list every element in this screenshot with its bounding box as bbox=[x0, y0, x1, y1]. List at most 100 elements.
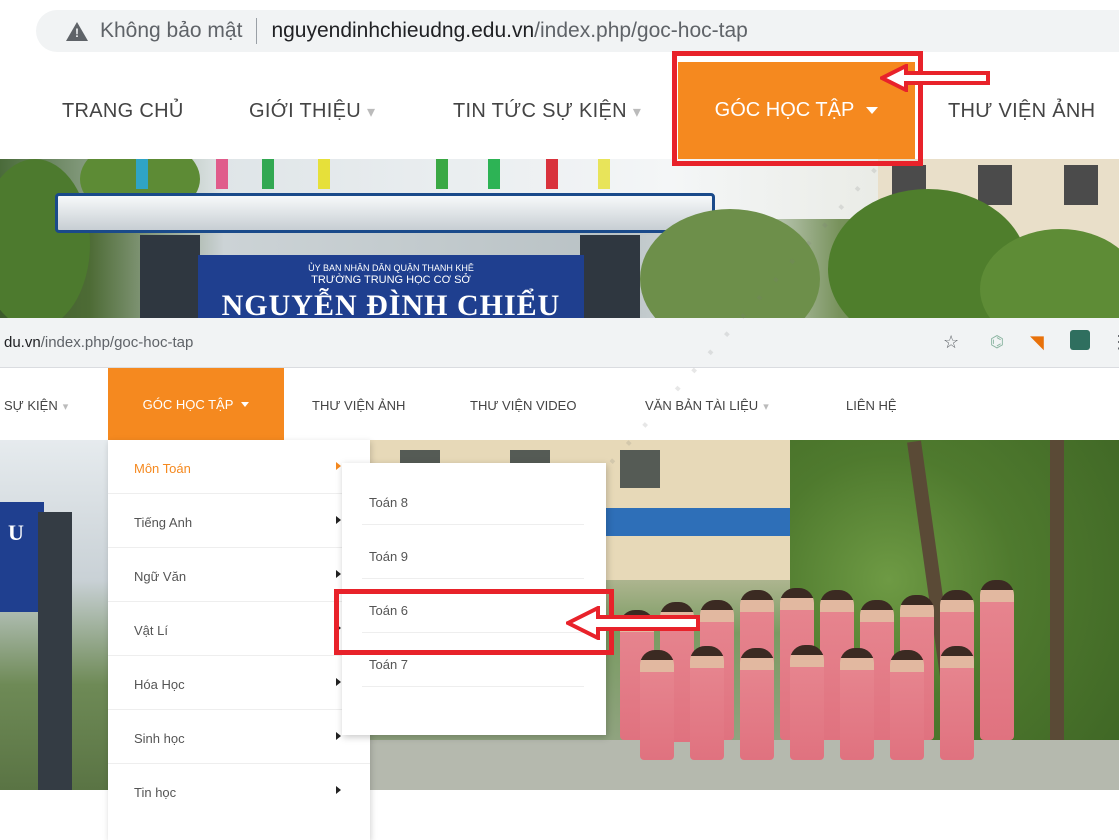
photo-person bbox=[640, 650, 674, 760]
building-window bbox=[978, 165, 1012, 205]
nav-item-photos-label: THƯ VIỆN ẢNH bbox=[948, 100, 1096, 122]
photo-flag bbox=[546, 159, 558, 189]
menu-item-label: Tin học bbox=[134, 785, 177, 800]
nav-item-news-label: SỰ KIỆN bbox=[4, 398, 58, 413]
nav-item-home-label: TRANG CHỦ bbox=[62, 100, 184, 122]
extension-icon[interactable]: ◥ bbox=[1030, 332, 1044, 353]
chevron-down-icon: ▾ bbox=[632, 104, 642, 121]
chevron-right-icon bbox=[336, 462, 341, 470]
photo-person bbox=[740, 648, 774, 760]
red-arrow-icon bbox=[566, 606, 700, 640]
menu-item-physics[interactable]: Vật Lí bbox=[108, 602, 370, 656]
submenu-item-math-8[interactable]: Toán 8 bbox=[342, 471, 606, 525]
chevron-down-icon: ▾ bbox=[367, 104, 376, 121]
menu-item-label: Tiếng Anh bbox=[134, 515, 193, 530]
url-path[interactable]: /index.php/goc-hoc-tap bbox=[534, 19, 748, 43]
main-nav: SỰ KIỆN ▾ GÓC HỌC TẬP THƯ VIỆN ẢNH THƯ VI… bbox=[0, 368, 1119, 440]
nav-item-intro[interactable]: GIỚI THIỆU ▾ bbox=[249, 100, 375, 123]
chevron-right-icon bbox=[336, 678, 341, 686]
sign-line-3: NGUYỄN ĐÌNH CHIỂU bbox=[221, 289, 561, 318]
extension-icon[interactable] bbox=[1070, 330, 1090, 350]
url-host: du.vn bbox=[4, 334, 41, 351]
nav-item-documents[interactable]: VĂN BẢN TÀI LIỆU ▾ bbox=[645, 398, 769, 413]
nav-item-news-label: TIN TỨC SỰ KIỆN bbox=[453, 100, 627, 122]
menu-item-label: Sinh học bbox=[134, 731, 185, 746]
gate-sign-letter: U bbox=[8, 520, 24, 545]
menu-item-label: Môn Toán bbox=[134, 461, 191, 476]
insecure-label[interactable]: Không bảo mật bbox=[100, 19, 242, 43]
photo-person bbox=[790, 645, 824, 760]
warning-icon[interactable] bbox=[66, 21, 88, 41]
submenu-item-math-9[interactable]: Toán 9 bbox=[342, 525, 606, 579]
sign-line-2: TRƯỜNG TRUNG HỌC CƠ SỞ bbox=[311, 274, 471, 286]
nav-item-photos-label: THƯ VIỆN ẢNH bbox=[312, 398, 406, 413]
photo-flag bbox=[262, 159, 274, 189]
nav-item-news[interactable]: SỰ KIỆN ▾ bbox=[4, 398, 68, 413]
photo-person bbox=[890, 650, 924, 760]
nav-item-study-label: GÓC HỌC TẬP bbox=[142, 396, 234, 412]
photo-person bbox=[840, 648, 874, 760]
photo-flag bbox=[598, 159, 610, 189]
building-window bbox=[620, 450, 660, 488]
nav-item-videos[interactable]: THƯ VIỆN VIDEO bbox=[470, 398, 576, 413]
menu-item-literature[interactable]: Ngữ Văn bbox=[108, 548, 370, 602]
school-gate: U bbox=[0, 440, 108, 790]
chevron-right-icon bbox=[336, 570, 341, 578]
nav-item-videos-label: THƯ VIỆN VIDEO bbox=[470, 398, 577, 413]
photo-person bbox=[980, 580, 1014, 740]
menu-item-chemistry[interactable]: Hóa Học bbox=[108, 656, 370, 710]
chevron-down-icon: ▾ bbox=[763, 401, 769, 413]
subjects-dropdown: Môn Toán Tiếng Anh Ngữ Văn Vật Lí Hóa Họ… bbox=[108, 440, 370, 840]
chevron-right-icon bbox=[336, 732, 341, 740]
nav-item-home[interactable]: TRANG CHỦ bbox=[62, 100, 184, 123]
photo-flag bbox=[216, 159, 228, 189]
gate-pillar bbox=[140, 235, 200, 318]
url-host[interactable]: nguyendinhchieudng.edu.vn bbox=[271, 19, 534, 43]
tree-trunk bbox=[1050, 440, 1064, 770]
nav-item-photos[interactable]: THƯ VIỆN ẢNH bbox=[312, 398, 405, 413]
chevron-down-icon bbox=[241, 401, 250, 407]
url[interactable]: du.vn/index.php/goc-hoc-tap bbox=[4, 334, 193, 351]
menu-item-label: Hóa Học bbox=[134, 677, 185, 692]
menu-icon[interactable]: ⋮ bbox=[1110, 332, 1119, 353]
photo-banner bbox=[600, 508, 822, 536]
chevron-right-icon bbox=[336, 786, 341, 794]
extension-icon[interactable]: ⌬ bbox=[990, 332, 1004, 352]
submenu-item-label: Toán 9 bbox=[369, 549, 409, 564]
nav-item-news[interactable]: TIN TỨC SỰ KIỆN ▾ bbox=[453, 100, 641, 123]
nav-item-contact-label: LIÊN HỆ bbox=[846, 398, 897, 413]
divider bbox=[362, 686, 584, 687]
gate-pillar bbox=[38, 512, 72, 790]
nav-item-contact[interactable]: LIÊN HỆ bbox=[846, 398, 897, 413]
photo-person bbox=[690, 646, 724, 760]
nav-item-intro-label: GIỚI THIỆU bbox=[249, 100, 362, 122]
photo-person bbox=[940, 646, 974, 760]
url-path: /index.php/goc-hoc-tap bbox=[40, 334, 194, 351]
star-icon[interactable]: ☆ bbox=[943, 332, 959, 353]
photo-flag bbox=[488, 159, 500, 189]
red-arrow-icon bbox=[880, 64, 990, 92]
gate-roof bbox=[55, 193, 715, 233]
menu-item-informatics[interactable]: Tin học bbox=[108, 764, 370, 818]
school-sign: ỦY BAN NHÂN DÂN QUẬN THANH KHÊ TRƯỜNG TR… bbox=[198, 255, 584, 318]
address-bar[interactable]: du.vn/index.php/goc-hoc-tap ☆ ⌬ ◥ ⋮ bbox=[0, 318, 1119, 368]
top-screenshot: Không bảo mật nguyendinhchieudng.edu.vn/… bbox=[0, 0, 1119, 318]
bottom-screenshot: du.vn/index.php/goc-hoc-tap ☆ ⌬ ◥ ⋮ SỰ K… bbox=[0, 318, 1119, 840]
photo-flag bbox=[136, 159, 148, 189]
nav-item-photos[interactable]: THƯ VIỆN ẢNH bbox=[948, 100, 1095, 123]
nav-item-study[interactable]: GÓC HỌC TẬP bbox=[108, 368, 284, 440]
photo-flag bbox=[436, 159, 448, 189]
building-window bbox=[1064, 165, 1098, 205]
menu-item-biology[interactable]: Sinh học bbox=[108, 710, 370, 764]
chevron-down-icon: ▾ bbox=[62, 401, 69, 413]
address-bar[interactable]: Không bảo mật nguyendinhchieudng.edu.vn/… bbox=[36, 10, 1119, 52]
submenu-item-label: Toán 7 bbox=[369, 657, 409, 672]
nav-item-documents-label: VĂN BẢN TÀI LIỆU bbox=[645, 398, 759, 413]
sign-line-1: ỦY BAN NHÂN DÂN QUẬN THANH KHÊ bbox=[308, 263, 474, 273]
submenu-item-label: Toán 8 bbox=[369, 495, 409, 510]
menu-item-math[interactable]: Môn Toán bbox=[108, 440, 370, 494]
chevron-right-icon bbox=[336, 516, 341, 524]
menu-item-label: Ngữ Văn bbox=[134, 569, 187, 584]
address-divider bbox=[256, 18, 258, 44]
menu-item-english[interactable]: Tiếng Anh bbox=[108, 494, 370, 548]
